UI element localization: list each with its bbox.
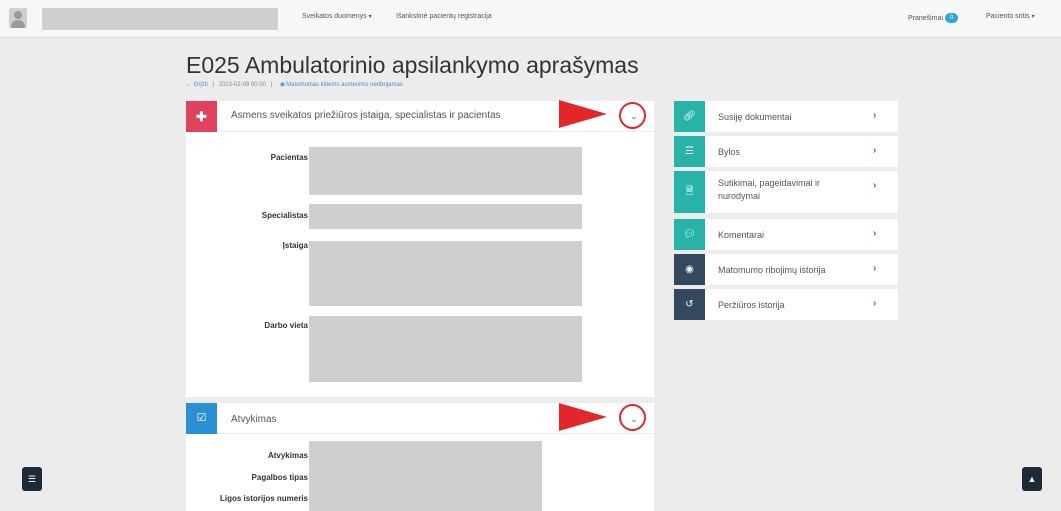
notifications-badge: 0 xyxy=(945,13,959,23)
annotation-arrow-icon xyxy=(559,100,607,128)
menu-toggle-button[interactable]: ☰ xyxy=(22,467,42,491)
nav-registration-label: Išankstinė pacientų registracija xyxy=(396,13,492,20)
arrival-panel-title: Atvykimas xyxy=(231,414,277,425)
eye-icon: ◉ xyxy=(674,254,705,285)
history-icon: ↺ xyxy=(674,289,705,320)
top-bar: Sveikatos duomenys ▾ Išankstinė pacientų … xyxy=(0,0,1061,38)
plus-icon: ✚ xyxy=(186,101,217,132)
institution-panel: ✚ Asmens sveikatos priežiūros įstaiga, s… xyxy=(186,101,654,397)
scroll-to-top-button[interactable]: ▲ xyxy=(1022,467,1042,491)
meta-separator: | xyxy=(212,82,214,88)
chevron-right-icon: › xyxy=(873,110,877,121)
nav-health-label: Sveikatos duomenys xyxy=(302,13,367,20)
page-meta: ← Grįžti | 2023-02-09 00:00 | ◉Matomumas… xyxy=(186,81,403,88)
arrival-values-redacted xyxy=(309,441,542,511)
comments-icon: 💬︎ xyxy=(674,219,705,250)
caret-down-icon: ▾ xyxy=(368,14,372,20)
field-label: Įstaiga xyxy=(282,241,308,250)
list-icon: ☰ xyxy=(674,136,705,167)
side-item-label: Susiję dokumentai xyxy=(718,112,792,122)
institution-value-redacted xyxy=(309,241,582,306)
document-datetime: 2023-02-09 00:00 xyxy=(218,82,266,88)
patient-area-label: Paciento sritis xyxy=(986,13,1030,20)
specialist-value-redacted xyxy=(309,204,582,229)
patient-area-menu[interactable]: Paciento sritis ▾ xyxy=(986,13,1035,20)
link-icon: 🔗︎ xyxy=(674,101,705,132)
annotation-arrow-icon xyxy=(559,403,607,431)
field-label: Darbo vieta xyxy=(264,321,308,330)
side-item-label: Bylos xyxy=(718,147,741,157)
checkbox-icon: ☑ xyxy=(186,403,217,434)
meta-separator: | xyxy=(270,82,273,88)
caret-down-icon: ▾ xyxy=(1031,14,1035,20)
chevron-right-icon: › xyxy=(873,145,877,156)
user-name-redacted xyxy=(42,8,278,30)
list-icon: ☰ xyxy=(27,474,37,484)
field-label: Specialistas xyxy=(261,211,308,220)
notifications-label: Pranešimai xyxy=(908,14,944,22)
nav-health-data[interactable]: Sveikatos duomenys ▾ xyxy=(302,13,372,20)
eye-icon: ◉ xyxy=(279,82,286,88)
side-item-label: Peržiūros istorija xyxy=(718,300,785,310)
field-label: Pacientas xyxy=(270,153,308,162)
side-item-label: Sutikimai, pageidavimai ir nurodymai xyxy=(718,178,821,201)
document-icon: 🗎 xyxy=(674,171,705,213)
side-item-visibility-history[interactable]: ◉ Matomumo ribojimų istorija › xyxy=(674,254,898,285)
field-label: Pagalbos tipas xyxy=(251,473,308,482)
annotation-circle xyxy=(619,404,646,431)
chevron-right-icon: › xyxy=(873,263,877,274)
chevron-right-icon: › xyxy=(873,228,877,239)
side-item-comments[interactable]: 💬︎ Komentarai › xyxy=(674,219,898,250)
avatar[interactable] xyxy=(9,8,27,28)
annotation-circle xyxy=(619,102,646,129)
field-label: Ligos istorijos numeris xyxy=(219,494,308,503)
back-link[interactable]: ← Grįžti xyxy=(186,82,208,88)
side-item-view-history[interactable]: ↺ Peržiūros istorija › xyxy=(674,289,898,320)
side-item-label: Komentarai xyxy=(718,230,765,240)
patient-value-redacted xyxy=(309,147,582,195)
chevron-right-icon: › xyxy=(873,180,877,191)
side-item-consents[interactable]: 🗎 Sutikimai, pageidavimai ir nurodymai › xyxy=(674,171,898,213)
chevron-right-icon: › xyxy=(873,298,877,309)
institution-panel-title: Asmens sveikatos priežiūros įstaiga, spe… xyxy=(231,110,501,121)
workplace-value-redacted xyxy=(309,316,582,382)
field-label: Atvykimas xyxy=(267,451,308,460)
nav-registration[interactable]: Išankstinė pacientų registracija xyxy=(396,13,492,20)
arrow-up-icon: ▲ xyxy=(1027,474,1037,484)
side-item-related-documents[interactable]: 🔗︎ Susiję dokumentai › xyxy=(674,101,898,132)
side-item-files[interactable]: ☰ Bylos › xyxy=(674,136,898,167)
side-item-label: Matomumo ribojimų istorija xyxy=(718,265,826,275)
visibility-link[interactable]: Matomumas kitiems asmenims neribojamas xyxy=(286,82,403,88)
notifications-link[interactable]: Pranešimai 0 xyxy=(908,13,959,23)
page-title: E025 Ambulatorinio apsilankymo aprašymas xyxy=(186,52,639,78)
